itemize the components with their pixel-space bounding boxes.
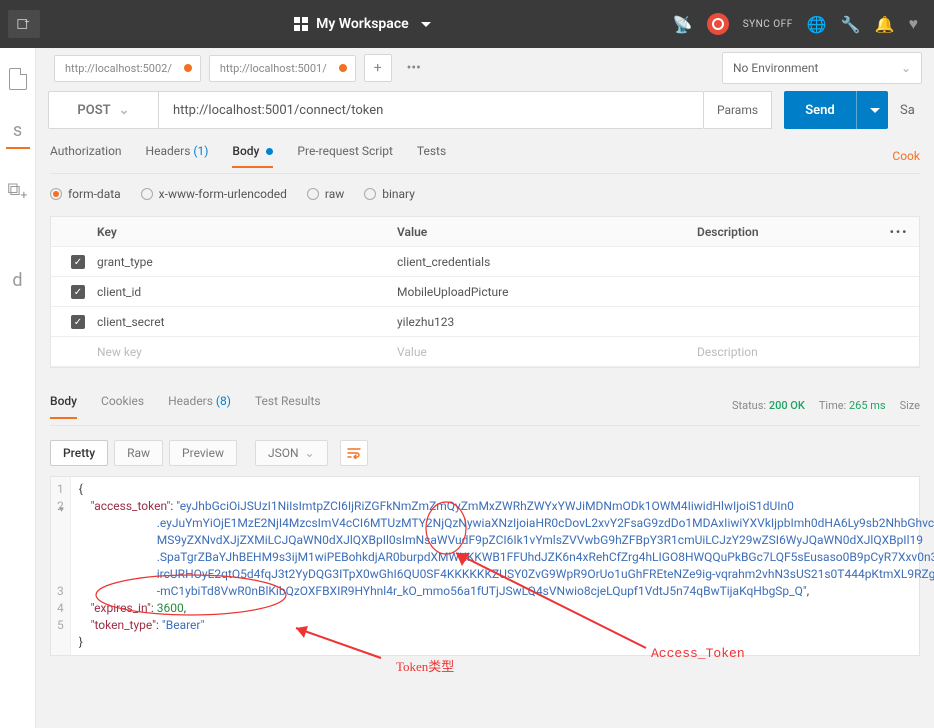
sync-status-icon[interactable]: [707, 13, 729, 35]
request-tabs-row: http://localhost:5002/ http://localhost:…: [36, 48, 934, 88]
response-status: Status: 200 OK Time: 265 ms Size: [732, 399, 920, 412]
response-toolbar: Pretty Raw Preview JSON ⌄: [50, 436, 920, 470]
tab-headers[interactable]: Headers (1): [146, 144, 209, 167]
wrench-icon[interactable]: 🔧: [841, 15, 861, 34]
url-value: http://localhost:5001/connect/token: [173, 103, 383, 118]
line-gutter: 1 2 3 4 5: [51, 477, 71, 655]
cell-key[interactable]: grant_type: [87, 255, 387, 269]
table-row[interactable]: ✓ client_id MobileUploadPicture: [51, 277, 919, 307]
sync-status-label: SYNC OFF: [743, 19, 793, 30]
topbar: My Workspace 📡 SYNC OFF 🌐 🔧 🔔 ♥: [0, 0, 934, 48]
radio-binary[interactable]: binary: [364, 187, 415, 201]
http-method-select[interactable]: POST ⌄: [48, 91, 158, 129]
request-subtabs: Authorization Headers (1) Body Pre-reque…: [50, 138, 920, 174]
save-button[interactable]: Sa: [900, 91, 922, 129]
request-tab-1[interactable]: http://localhost:5001/: [209, 55, 356, 82]
environment-select[interactable]: No Environment ⌄: [722, 52, 922, 84]
wrap-lines-icon[interactable]: [340, 440, 368, 466]
url-input[interactable]: http://localhost:5001/connect/token: [158, 91, 704, 129]
chevron-down-icon: ⌄: [305, 446, 315, 460]
chevron-down-icon: ⌄: [119, 103, 130, 118]
response-tabs: Body Cookies Headers (8) Test Results St…: [50, 386, 920, 426]
cell-value-placeholder[interactable]: Value: [387, 345, 687, 359]
request-tab-0[interactable]: http://localhost:5002/: [54, 55, 201, 82]
resptab-headers[interactable]: Headers (8): [168, 394, 231, 418]
left-rail: s ⧉₊ d: [0, 48, 36, 728]
view-preview[interactable]: Preview: [169, 440, 237, 466]
cookies-link[interactable]: Cook: [892, 149, 920, 163]
satellite-icon[interactable]: 📡: [673, 15, 693, 34]
send-button[interactable]: Send: [784, 91, 856, 129]
add-tab-button[interactable]: +: [364, 54, 392, 82]
body-type-row: form-data x-www-form-urlencoded raw bina…: [50, 178, 920, 210]
response-body[interactable]: 1 2 3 4 5 { "access_token": "eyJhbGciOiJ…: [50, 476, 920, 656]
radio-urlencoded[interactable]: x-www-form-urlencoded: [141, 187, 287, 201]
heart-icon[interactable]: ♥: [909, 14, 919, 34]
body-dirty-dot: [266, 148, 273, 155]
workspace-label: My Workspace: [316, 16, 409, 32]
request-url-row: POST ⌄ http://localhost:5001/connect/tok…: [48, 88, 922, 132]
new-collection-icon[interactable]: ⧉₊: [7, 179, 27, 200]
view-pretty[interactable]: Pretty: [50, 440, 108, 466]
tab-prerequest[interactable]: Pre-request Script: [297, 144, 392, 167]
sidebar-active-indicator: [6, 147, 30, 149]
cell-key[interactable]: client_id: [87, 285, 387, 299]
new-tab-button[interactable]: [8, 10, 40, 38]
resptab-cookies[interactable]: Cookies: [101, 394, 144, 418]
cell-key[interactable]: client_secret: [87, 315, 387, 329]
cell-key-placeholder[interactable]: New key: [87, 345, 387, 359]
view-raw[interactable]: Raw: [114, 440, 163, 466]
table-header: Key Value Description •••: [51, 217, 919, 247]
chevron-down-icon: [421, 22, 431, 27]
sidebar-label-d[interactable]: d: [12, 270, 22, 291]
request-tab-label: http://localhost:5001/: [220, 62, 327, 75]
method-label: POST: [77, 103, 110, 118]
code-view: { "access_token": "eyJhbGciOiJSUzI1NiIsI…: [71, 477, 934, 655]
table-row[interactable]: ✓ grant_type client_credentials: [51, 247, 919, 277]
tab-tests[interactable]: Tests: [417, 144, 446, 167]
bell-icon[interactable]: 🔔: [875, 15, 895, 34]
tab-authorization[interactable]: Authorization: [50, 144, 122, 167]
checkbox-icon[interactable]: ✓: [71, 255, 85, 269]
col-value: Value: [387, 225, 687, 239]
tab-options-button[interactable]: •••: [400, 54, 428, 82]
params-button[interactable]: Params: [704, 91, 772, 129]
annotation-token-type: Token类型: [396, 656, 454, 675]
cell-desc-placeholder[interactable]: Description: [687, 345, 879, 359]
checkbox-icon[interactable]: ✓: [71, 315, 85, 329]
send-dropdown[interactable]: [856, 91, 888, 129]
cell-value[interactable]: MobileUploadPicture: [387, 285, 687, 299]
dirty-dot-icon: [339, 64, 347, 72]
table-row-new[interactable]: New key Value Description: [51, 337, 919, 367]
resptab-body[interactable]: Body: [50, 394, 77, 418]
sidebar-label-s[interactable]: s: [13, 120, 22, 141]
browse-icon[interactable]: 🌐: [807, 15, 827, 34]
radio-raw[interactable]: raw: [307, 187, 344, 201]
radio-form-data[interactable]: form-data: [50, 187, 121, 201]
col-key: Key: [87, 225, 387, 239]
history-icon[interactable]: [9, 68, 27, 90]
cell-value[interactable]: client_credentials: [387, 255, 687, 269]
grid-icon: [294, 17, 308, 31]
workspace-switcher[interactable]: My Workspace: [52, 16, 673, 32]
format-select[interactable]: JSON ⌄: [255, 440, 328, 466]
col-desc: Description: [687, 225, 879, 239]
tab-body[interactable]: Body: [232, 144, 273, 167]
dirty-dot-icon: [184, 64, 192, 72]
request-tab-label: http://localhost:5002/: [65, 62, 172, 75]
chevron-down-icon: ⌄: [901, 61, 911, 75]
table-row[interactable]: ✓ client_secret yilezhu123: [51, 307, 919, 337]
environment-label: No Environment: [733, 61, 818, 75]
form-data-table: Key Value Description ••• ✓ grant_type c…: [50, 216, 920, 368]
bulk-edit-icon[interactable]: •••: [879, 225, 919, 239]
cell-value[interactable]: yilezhu123: [387, 315, 687, 329]
resptab-tests[interactable]: Test Results: [255, 394, 321, 418]
content-area: http://localhost:5002/ http://localhost:…: [36, 48, 934, 728]
checkbox-icon[interactable]: ✓: [71, 285, 85, 299]
